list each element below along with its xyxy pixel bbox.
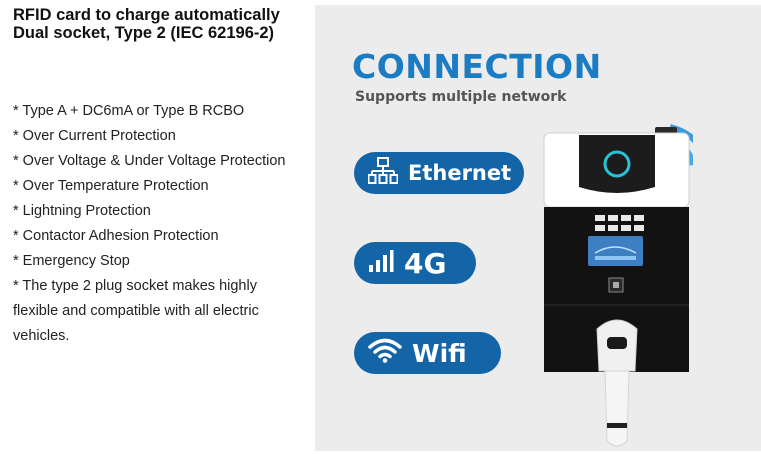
feature-item: * Over Temperature Protection bbox=[13, 178, 209, 194]
feature-item: * Emergency Stop bbox=[13, 253, 130, 269]
feature-item: * Lightning Protection bbox=[13, 203, 151, 219]
network-label: 4G bbox=[404, 246, 447, 280]
network-pill-wifi: Wifi bbox=[354, 332, 501, 374]
feature-item: * The type 2 plug socket makes highly fl… bbox=[13, 278, 259, 344]
network-label: Wifi bbox=[412, 338, 467, 368]
network-label: Ethernet bbox=[408, 161, 512, 185]
feature-list: * Type A + DC6mA or Type B RCBO * Over C… bbox=[13, 99, 303, 349]
feature-item: * Over Voltage & Under Voltage Protectio… bbox=[13, 153, 286, 169]
feature-item: * Contactor Adhesion Protection bbox=[13, 228, 219, 244]
banner-subheadline: Supports multiple network bbox=[355, 89, 567, 105]
product-title: RFID card to charge automatically Dual s… bbox=[13, 6, 280, 42]
signal-bars-icon bbox=[368, 247, 394, 280]
product-description: RFID card to charge automatically Dual s… bbox=[0, 0, 310, 454]
network-pill-4g: 4G bbox=[354, 242, 476, 284]
ethernet-icon bbox=[367, 156, 399, 190]
wifi-icon bbox=[368, 337, 402, 369]
feature-item: * Type A + DC6mA or Type B RCBO bbox=[13, 103, 245, 119]
banner-headline: CONNECTION bbox=[352, 47, 602, 86]
ev-charger-image bbox=[543, 124, 693, 447]
feature-item: * Over Current Protection bbox=[13, 128, 176, 144]
network-pill-ethernet: Ethernet bbox=[354, 152, 524, 194]
connection-banner: CONNECTION Supports multiple network Eth… bbox=[315, 5, 761, 451]
